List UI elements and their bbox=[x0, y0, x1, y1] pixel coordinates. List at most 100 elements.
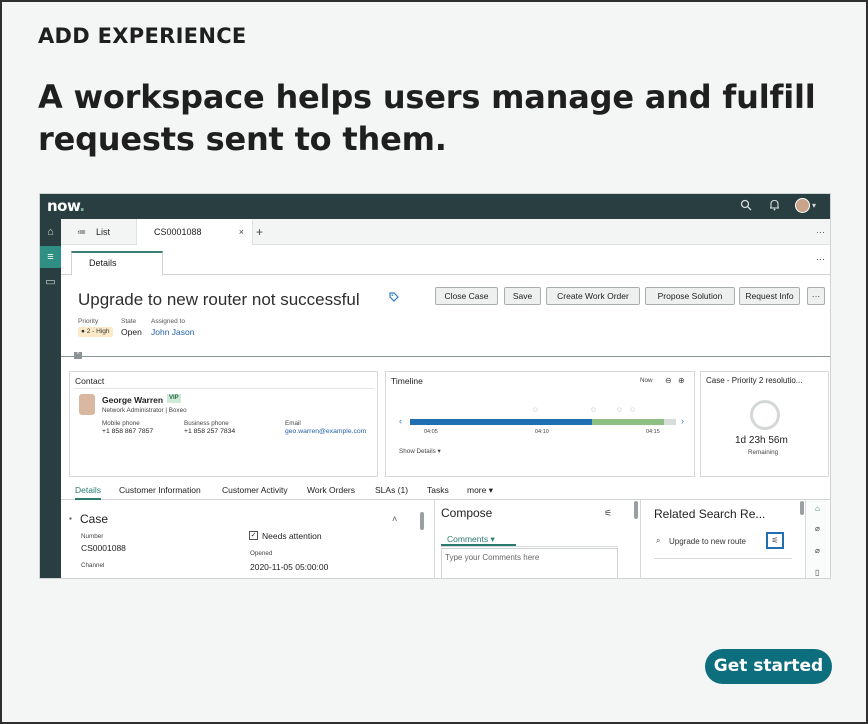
list-icon[interactable]: ≡ bbox=[40, 246, 61, 268]
contact-title: Contact bbox=[75, 376, 105, 386]
chevron-down-icon[interactable]: ▾ bbox=[812, 201, 816, 210]
workspace-tabs: ≔ List CS0001088 × + ··· bbox=[61, 219, 830, 245]
tab-customer-information[interactable]: Customer Information bbox=[119, 485, 201, 495]
email-value[interactable]: geo.warren@example.com bbox=[285, 428, 366, 435]
event-marker-icon[interactable]: ◌ bbox=[533, 405, 538, 414]
avatar[interactable] bbox=[795, 198, 810, 213]
create-work-order-button[interactable]: Create Work Order bbox=[546, 287, 640, 305]
case-form: ▪ Case ˄ Number CS0001088 Channel ✓ Need… bbox=[61, 500, 416, 578]
sidebar: ⌂ ≡ ▭ bbox=[40, 219, 61, 578]
related-filter-button[interactable]: ⚟ bbox=[766, 532, 784, 549]
get-started-button[interactable]: Get started bbox=[705, 649, 832, 684]
search-icon: ⌕ bbox=[656, 536, 661, 545]
compose-panel: Compose ⚟ Comments ▾ Type your Comments … bbox=[434, 500, 634, 578]
timeline-tick: 04:15 bbox=[646, 429, 660, 435]
compose-title: Compose bbox=[441, 506, 493, 520]
subtabs-more-icon[interactable]: ··· bbox=[816, 254, 825, 264]
detail-tabs: Details Customer Information Customer Ac… bbox=[61, 480, 830, 500]
comment-input[interactable]: Type your Comments here bbox=[441, 548, 618, 578]
timeline-bar-rest bbox=[664, 419, 676, 425]
save-button[interactable]: Save bbox=[504, 287, 541, 305]
compose-divider bbox=[441, 546, 618, 547]
chevron-up-icon[interactable]: ˄ bbox=[392, 514, 397, 524]
channel-label: Channel bbox=[81, 562, 105, 569]
close-case-button[interactable]: Close Case bbox=[435, 287, 498, 305]
mobile-value: +1 858 867 7857 bbox=[102, 428, 154, 435]
sla-card: Case - Priority 2 resolutio... 1d 23h 56… bbox=[700, 371, 829, 477]
vip-badge: VIP bbox=[167, 394, 181, 403]
timeline-bar-green bbox=[592, 419, 664, 425]
add-tab-button[interactable]: + bbox=[256, 219, 263, 245]
state-value: Open bbox=[121, 327, 142, 337]
business-label: Business phone bbox=[184, 420, 229, 427]
top-bar: now. ▾ bbox=[40, 194, 830, 219]
event-marker-icon[interactable]: ◌ bbox=[630, 405, 635, 414]
collapse-icon[interactable]: ^ bbox=[74, 352, 82, 359]
tab-work-orders[interactable]: Work Orders bbox=[307, 485, 355, 495]
header-divider bbox=[61, 356, 830, 357]
tab-tasks[interactable]: Tasks bbox=[427, 485, 449, 495]
form-scrollbar[interactable] bbox=[420, 512, 424, 530]
case-title: Upgrade to new router not successful bbox=[78, 290, 360, 309]
timeline-bar-blue bbox=[410, 419, 592, 425]
subtab-details[interactable]: Details bbox=[71, 251, 163, 276]
number-label: Number bbox=[81, 533, 104, 540]
inbox-icon[interactable]: ▭ bbox=[40, 271, 61, 293]
experience-card: ADD EXPERIENCE A workspace helps users m… bbox=[0, 0, 868, 724]
search-icon[interactable] bbox=[740, 199, 752, 214]
timeline-tick: 04:10 bbox=[535, 429, 549, 435]
list-menu-icon[interactable]: ≔ bbox=[77, 219, 86, 245]
timeline-title: Timeline bbox=[391, 376, 423, 386]
filter-icon[interactable]: ⚟ bbox=[604, 508, 612, 519]
opened-value[interactable]: 2020-11-05 05:00:00 bbox=[250, 562, 328, 572]
zoom-in-icon[interactable]: ⊕ bbox=[678, 376, 685, 385]
related-search-input[interactable]: ⌕ Upgrade to new route bbox=[652, 533, 763, 549]
propose-solution-button[interactable]: Propose Solution bbox=[645, 287, 735, 305]
tab-case[interactable]: CS0001088 × bbox=[136, 219, 253, 245]
section-toggle-icon[interactable]: ▪ bbox=[69, 514, 72, 523]
tab-details[interactable]: Details bbox=[75, 485, 101, 500]
timeline-tick: 04:05 bbox=[424, 429, 438, 435]
home-icon[interactable]: ⌂ bbox=[40, 221, 61, 243]
now-logo: now. bbox=[47, 197, 85, 215]
tab-more[interactable]: more ▾ bbox=[467, 485, 493, 496]
show-details-link[interactable]: Show Details ▾ bbox=[399, 448, 441, 455]
sla-time: 1d 23h 56m bbox=[735, 435, 788, 446]
close-icon[interactable]: × bbox=[239, 219, 244, 245]
email-label: Email bbox=[285, 420, 301, 427]
bell-icon[interactable] bbox=[769, 199, 780, 214]
attachment-icon[interactable]: ⌀ bbox=[815, 546, 820, 555]
eyebrow-label: ADD EXPERIENCE bbox=[38, 24, 247, 48]
document-icon[interactable]: ▯ bbox=[815, 568, 819, 577]
business-value: +1 858 257 7834 bbox=[184, 428, 236, 435]
needs-attention-checkbox[interactable]: ✓ bbox=[249, 531, 258, 540]
comments-tab-underline bbox=[441, 544, 516, 546]
timeline-prev-icon[interactable]: ‹ bbox=[399, 416, 402, 426]
event-marker-icon[interactable]: ◌ bbox=[617, 405, 622, 414]
zoom-out-icon[interactable]: ⊖ bbox=[665, 376, 672, 385]
related-scrollbar[interactable] bbox=[800, 501, 804, 515]
tab-slas[interactable]: SLAs (1) bbox=[375, 485, 408, 495]
event-marker-icon[interactable]: ◌ bbox=[591, 405, 596, 414]
related-search-panel: Related Search Re... ⌕ Upgrade to new ro… bbox=[640, 500, 805, 578]
section-title: Case bbox=[80, 512, 109, 526]
tag-icon[interactable] bbox=[389, 292, 399, 305]
priority-label: Priority bbox=[78, 318, 99, 325]
attachment-icon[interactable]: ⌀ bbox=[815, 524, 820, 533]
request-info-button[interactable]: Request Info bbox=[739, 287, 800, 305]
tab-list[interactable]: List bbox=[96, 219, 110, 245]
timeline-next-icon[interactable]: › bbox=[681, 416, 684, 426]
contact-name[interactable]: George Warren bbox=[102, 395, 163, 405]
related-divider bbox=[654, 558, 792, 559]
contact-divider bbox=[74, 388, 374, 389]
assigned-value[interactable]: John Jason bbox=[151, 327, 194, 337]
state-label: State bbox=[121, 318, 137, 325]
more-actions-button[interactable]: ··· bbox=[807, 287, 825, 305]
sla-remaining: Remaining bbox=[748, 449, 779, 456]
comment-placeholder: Type your Comments here bbox=[445, 553, 540, 562]
compose-scrollbar[interactable] bbox=[634, 501, 638, 519]
needs-attention-label: Needs attention bbox=[262, 531, 322, 541]
agent-assist-icon[interactable]: ⌂ bbox=[815, 504, 820, 513]
tab-customer-activity[interactable]: Customer Activity bbox=[222, 485, 288, 495]
tabs-more-icon[interactable]: ··· bbox=[816, 219, 825, 245]
